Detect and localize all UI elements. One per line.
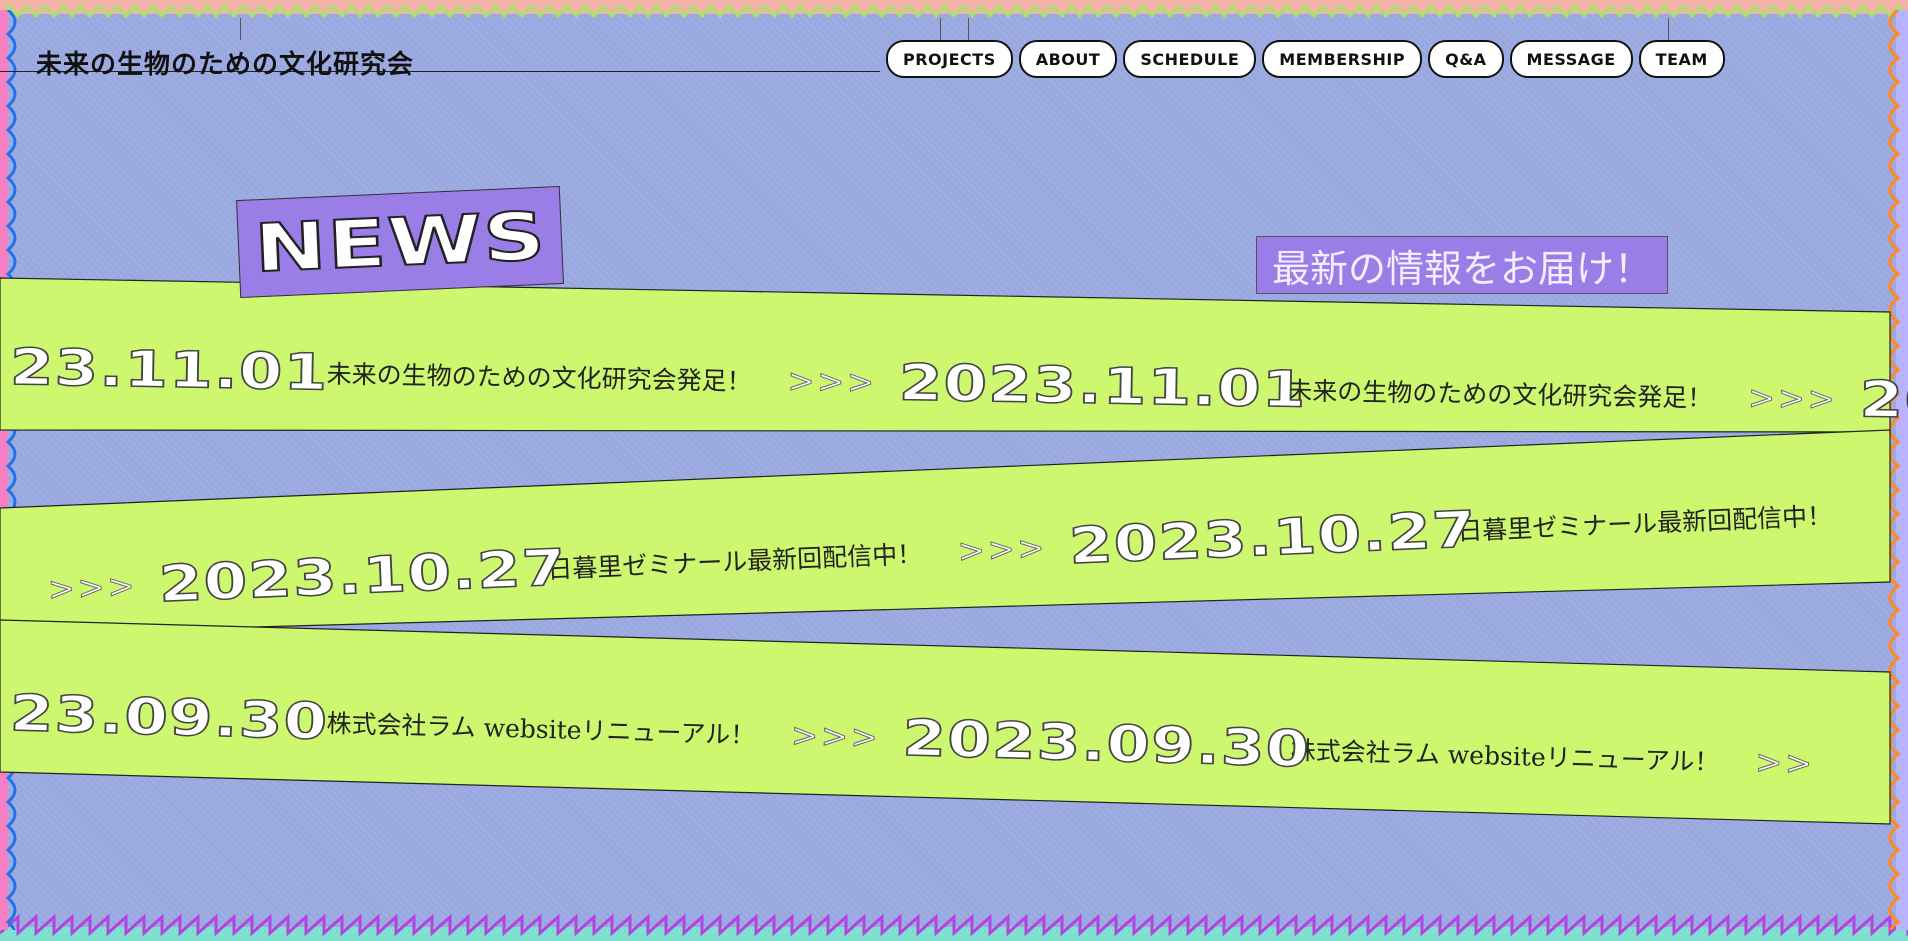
- news-item-link[interactable]: 日暮里ゼミナール最新回配信中！: [1457, 496, 1833, 548]
- news-item-link[interactable]: 未来の生物のための文化研究会発足！: [1287, 371, 1713, 414]
- news-item-link[interactable]: 株式会社ラム websiteリニューアル！: [1290, 731, 1720, 779]
- news-ribbons: [0, 277, 1891, 825]
- separator-arrows: >>: [1754, 742, 1816, 783]
- separator-arrows: >>>: [957, 528, 1049, 571]
- news-date: 20: [1858, 369, 1908, 430]
- separator-arrows: >>>: [47, 566, 139, 609]
- news-date: 23.11.01: [9, 337, 330, 402]
- news-date: 2023.11.01: [898, 353, 1309, 420]
- page: 未来の生物のための文化研究会 PROJECTS ABOUT SCHEDULE M…: [0, 0, 1908, 941]
- news-item-link[interactable]: 未来の生物のための文化研究会発足！: [326, 355, 752, 398]
- separator-arrows: >>>: [787, 361, 878, 402]
- news-subtitle: 最新の情報をお届け！: [1256, 236, 1668, 294]
- news-item-link[interactable]: 日暮里ゼミナール最新回配信中！: [547, 534, 923, 586]
- separator-arrows: >>>: [1747, 378, 1839, 419]
- news-heading-tag: NEWS: [236, 185, 564, 299]
- separator-arrows: >>>: [790, 715, 882, 757]
- news-heading: NEWS: [251, 196, 548, 288]
- news-date: 23.09.30: [8, 683, 330, 752]
- news-item-link[interactable]: 株式会社ラム websiteリニューアル！: [326, 704, 756, 752]
- news-date: 2023.09.30: [901, 708, 1312, 779]
